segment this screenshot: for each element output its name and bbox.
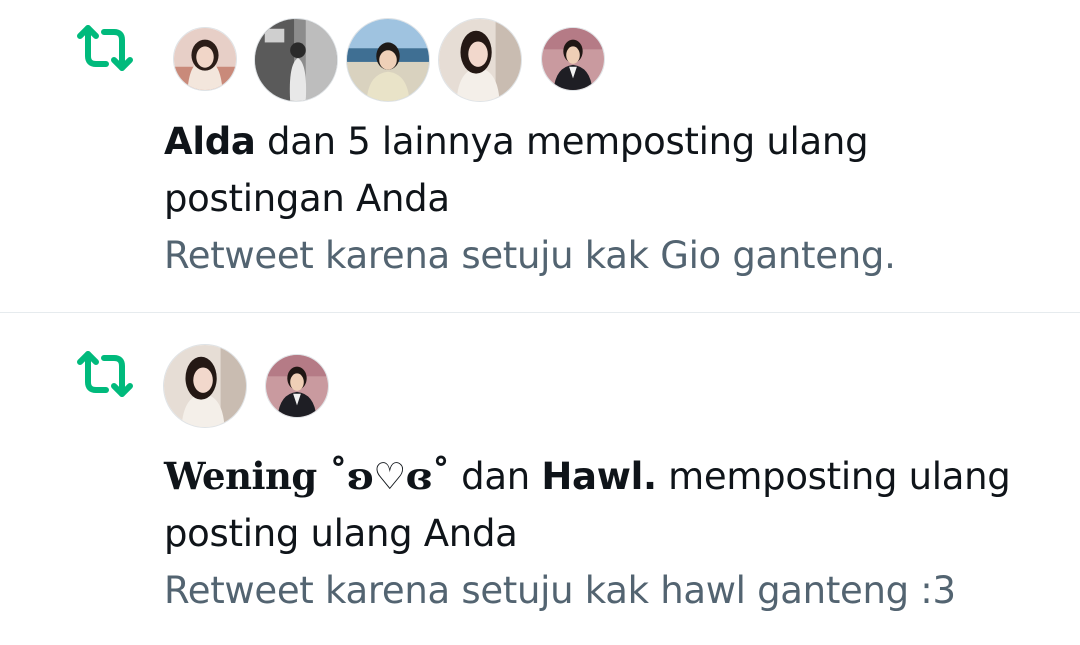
user-avatar[interactable] xyxy=(346,18,430,102)
user-avatar[interactable] xyxy=(254,18,338,102)
headline-text: posting ulang Anda xyxy=(164,512,518,555)
notification-text: Wening ˚ʚ♡ɞ˚ dan Hawl. memposting ulang … xyxy=(164,448,1044,619)
retweet-icon xyxy=(74,24,136,72)
headline-text: postingan Anda xyxy=(164,177,450,220)
actor-name[interactable]: Alda xyxy=(164,120,256,163)
notification-item[interactable]: Alda dan 5 lainnya memposting ulang post… xyxy=(0,0,1080,312)
notification-headline: Wening ˚ʚ♡ɞ˚ dan Hawl. memposting ulang … xyxy=(164,448,1044,562)
retweet-icon xyxy=(74,350,136,398)
quoted-post-text[interactable]: Retweet karena setuju kak Gio ganteng. xyxy=(164,227,1044,284)
user-avatar[interactable] xyxy=(438,18,522,102)
notification-headline: Alda dan 5 lainnya memposting ulang post… xyxy=(164,113,1044,227)
notification-text: Alda dan 5 lainnya memposting ulang post… xyxy=(164,113,1044,284)
actor-name[interactable]: Wening ˚ʚ♡ɞ˚ xyxy=(164,454,450,498)
user-avatar[interactable] xyxy=(265,354,329,418)
notification-item[interactable]: Wening ˚ʚ♡ɞ˚ dan Hawl. memposting ulang … xyxy=(0,313,1080,645)
user-avatar[interactable] xyxy=(541,27,605,91)
user-avatar[interactable] xyxy=(163,344,247,428)
quoted-post-text[interactable]: Retweet karena setuju kak hawl ganteng :… xyxy=(164,562,1044,619)
actor-name[interactable]: Hawl. xyxy=(541,455,657,498)
headline-text: dan xyxy=(449,455,542,498)
headline-text: dan 5 lainnya memposting ulang xyxy=(255,120,869,163)
headline-text: memposting ulang xyxy=(656,455,1011,498)
user-avatar[interactable] xyxy=(173,27,237,91)
